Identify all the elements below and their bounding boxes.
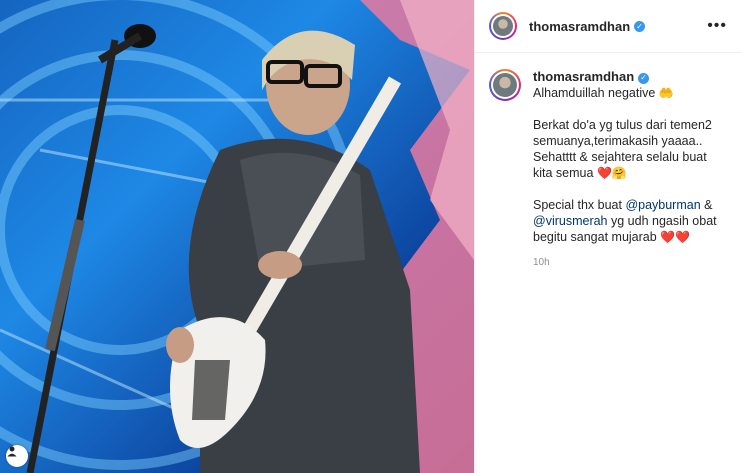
photo-illustration [0,0,474,473]
avatar[interactable] [489,12,517,40]
mention-payburman[interactable]: @payburman [625,198,700,212]
caption-body: thomasramdhan ✓ Alhamduillah negative 🤲 B… [533,69,723,271]
verified-badge-icon: ✓ [634,20,646,32]
profile-icon[interactable] [6,445,28,467]
caption-avatar[interactable] [489,69,521,101]
more-options-icon[interactable]: ••• [707,18,727,34]
pray-hands-emoji: 🤲 [658,86,674,100]
hearts-emoji: ❤️❤️ [660,230,691,244]
header-username[interactable]: thomasramdhan [529,19,630,34]
post-sidebar: thomasramdhan ✓ ••• thomasramdhan ✓ Alham… [474,0,741,473]
mention-virusmerah[interactable]: @virusmerah [533,214,608,228]
post-header: thomasramdhan ✓ ••• [475,0,741,53]
caption-username[interactable]: thomasramdhan [533,69,634,84]
post-timestamp[interactable]: 10h [533,255,723,271]
caption-text-3a: Special thx buat [533,198,622,212]
heart-hug-emoji: ❤️🤗 [596,166,627,180]
user-silhouette-icon [7,446,17,457]
post-view: thomasramdhan ✓ ••• thomasramdhan ✓ Alham… [0,0,741,473]
post-photo[interactable] [0,0,474,473]
caption: thomasramdhan ✓ Alhamduillah negative 🤲 B… [475,53,741,271]
verified-badge-icon: ✓ [638,72,650,84]
caption-paragraph-2: Berkat do'a yg tulus dari temen2 semuany… [533,117,723,181]
caption-paragraph-3: Special thx buat @payburman & @virusmera… [533,197,723,245]
caption-line1: thomasramdhan ✓ Alhamduillah negative 🤲 [533,69,723,101]
caption-text-1: Alhamduillah negative [533,86,656,100]
caption-text-3b: & [704,198,713,212]
